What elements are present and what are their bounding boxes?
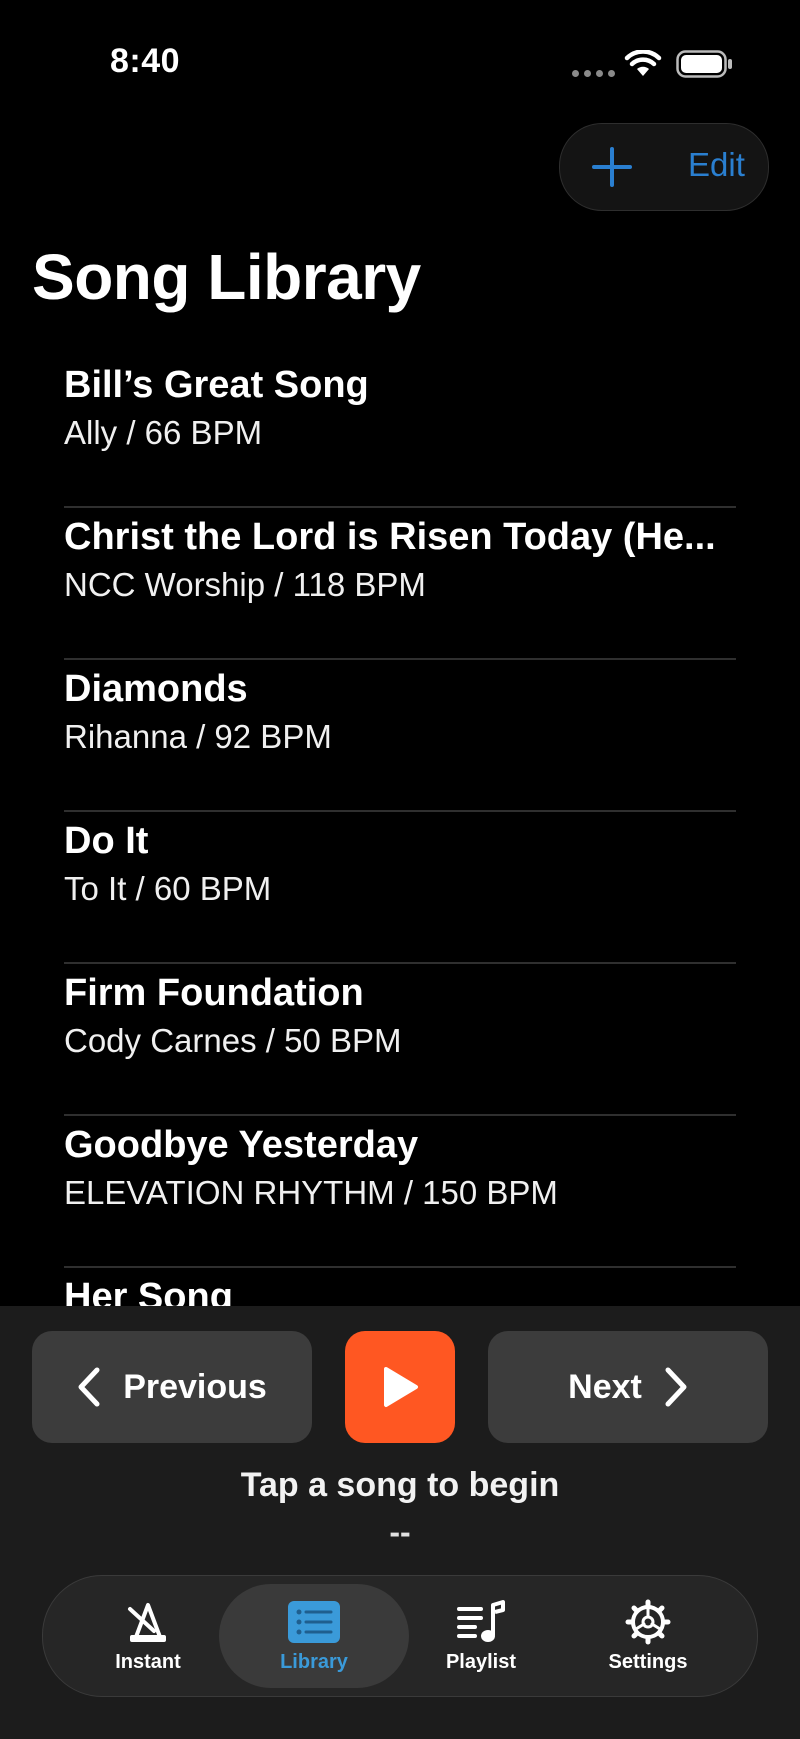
metronome-icon	[128, 1602, 166, 1642]
list-icon	[288, 1600, 340, 1643]
edit-button[interactable]: Edit	[688, 146, 745, 184]
header-actions: Edit	[559, 123, 769, 211]
list-item[interactable]: Bill’s Great Song Ally / 66 BPM	[64, 356, 736, 508]
tab-playlist[interactable]: Playlist	[386, 1584, 576, 1688]
song-subtitle: To It / 60 BPM	[64, 870, 272, 907]
song-subtitle: Cody Carnes / 50 BPM	[64, 1022, 402, 1059]
play-button[interactable]	[345, 1331, 455, 1443]
song-title: Her Song	[64, 1276, 233, 1306]
previous-button[interactable]: Previous	[32, 1331, 312, 1443]
player-status-value: --	[389, 1514, 411, 1550]
next-label: Next	[568, 1367, 642, 1406]
page-title: Song Library	[32, 241, 421, 313]
list-item[interactable]: Firm Foundation Cody Carnes / 50 BPM	[64, 964, 736, 1116]
tab-instant[interactable]: Instant	[53, 1584, 243, 1688]
wifi-icon	[624, 50, 662, 76]
list-item[interactable]: Do It To It / 60 BPM	[64, 812, 736, 964]
song-subtitle: Ally / 66 BPM	[64, 414, 263, 451]
tab-settings[interactable]: Settings	[553, 1584, 743, 1688]
music-list-icon	[457, 1599, 505, 1642]
tab-label: Settings	[608, 1650, 688, 1673]
gear-icon	[625, 1599, 671, 1644]
list-item[interactable]: Diamonds Rihanna / 92 BPM	[64, 660, 736, 812]
song-title: Diamonds	[64, 668, 248, 710]
song-title: Christ the Lord is Risen Today (He...	[64, 516, 716, 558]
list-item[interactable]: Christ the Lord is Risen Today (He... NC…	[64, 508, 736, 660]
song-title: Goodbye Yesterday	[64, 1124, 419, 1166]
list-item[interactable]: Goodbye Yesterday ELEVATION RHYTHM / 150…	[64, 1116, 736, 1268]
previous-label: Previous	[123, 1367, 267, 1406]
status-time: 8:40	[110, 42, 181, 80]
song-subtitle: Rihanna / 92 BPM	[64, 718, 332, 755]
song-title: Do It	[64, 820, 149, 862]
tab-library[interactable]: Library	[219, 1584, 409, 1688]
tab-bar: Instant Library Playlist Settings	[42, 1575, 758, 1697]
play-icon	[384, 1367, 418, 1407]
player-status-message: Tap a song to begin	[240, 1466, 560, 1504]
status-bar: 8:40	[0, 0, 800, 120]
chevron-left-icon	[78, 1367, 100, 1407]
song-title: Bill’s Great Song	[64, 364, 369, 406]
list-item[interactable]: Her Song	[64, 1268, 736, 1306]
tab-label: Instant	[115, 1650, 181, 1673]
add-song-button[interactable]	[590, 145, 634, 189]
song-subtitle: NCC Worship / 118 BPM	[64, 566, 426, 603]
tab-label: Playlist	[445, 1650, 517, 1673]
battery-icon	[676, 50, 732, 78]
song-title: Firm Foundation	[64, 972, 364, 1014]
song-subtitle: ELEVATION RHYTHM / 150 BPM	[64, 1174, 558, 1211]
song-list[interactable]: Bill’s Great Song Ally / 66 BPM Christ t…	[64, 356, 736, 1306]
next-button[interactable]: Next	[488, 1331, 768, 1443]
chevron-right-icon	[665, 1367, 687, 1407]
signal-dots-icon	[572, 70, 615, 77]
tab-label: Library	[280, 1650, 348, 1673]
